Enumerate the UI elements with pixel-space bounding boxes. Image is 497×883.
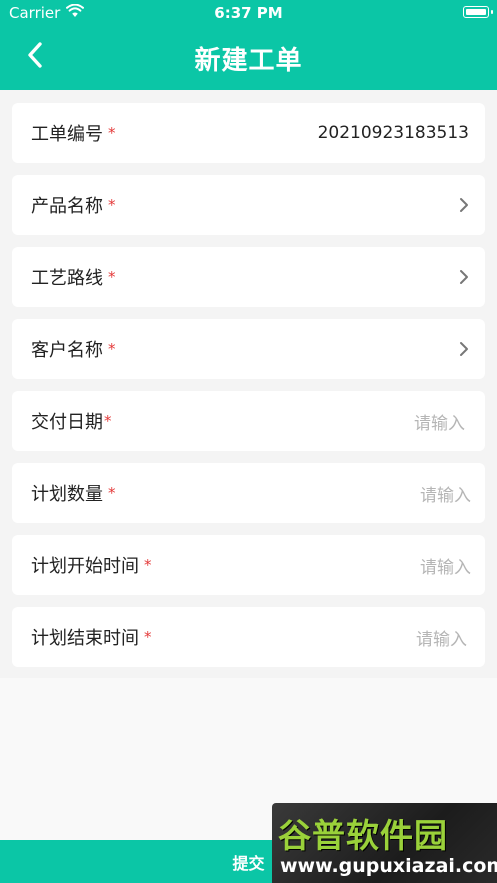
chevron-right-icon <box>459 197 469 213</box>
page-title: 新建工单 <box>194 46 303 76</box>
required-marker: * <box>144 556 152 574</box>
field-planned-end-time[interactable]: 计划结束时间 * 请输入 <box>12 607 485 667</box>
watermark-brand: 谷普软件园 <box>278 816 448 855</box>
field-delivery-date[interactable]: 交付日期 * 请输入 <box>12 391 485 451</box>
planned-quantity-input[interactable]: 请输入 <box>420 481 471 506</box>
field-label: 交付日期 * <box>31 412 112 433</box>
field-label: 计划数量 * <box>31 484 116 505</box>
field-process-route[interactable]: 工艺路线 * <box>12 247 485 307</box>
field-product-name[interactable]: 产品名称 * <box>12 175 485 235</box>
required-marker: * <box>108 124 116 142</box>
chevron-right-icon <box>459 269 469 285</box>
required-marker: * <box>108 484 116 502</box>
field-label: 客户名称 * <box>31 340 116 361</box>
field-label: 工艺路线 * <box>31 268 116 289</box>
field-order-number[interactable]: 工单编号 * 20210923183513 <box>12 103 485 163</box>
delivery-date-input[interactable]: 请输入 <box>414 409 465 434</box>
battery-icon <box>463 6 493 18</box>
status-bar: Carrier 6:37 PM <box>0 0 497 26</box>
field-label: 工单编号 * <box>31 124 116 145</box>
field-label: 产品名称 * <box>31 196 116 217</box>
field-label: 计划结束时间 * <box>31 628 152 649</box>
header: Carrier 6:37 PM 新建工单 <box>0 0 497 90</box>
planned-start-time-input[interactable]: 请输入 <box>420 553 471 578</box>
field-planned-start-time[interactable]: 计划开始时间 * 请输入 <box>12 535 485 595</box>
required-marker: * <box>108 340 116 358</box>
clock: 6:37 PM <box>214 4 283 22</box>
order-number-value: 20210923183513 <box>317 123 469 143</box>
watermark-url: www.gupuxiazai.com <box>280 855 497 877</box>
work-order-form: 工单编号 * 20210923183513 产品名称 * 工艺路线 * 客户名称… <box>0 90 497 678</box>
required-marker: * <box>104 412 112 430</box>
planned-end-time-input[interactable]: 请输入 <box>416 625 467 650</box>
submit-label: 提交 <box>232 853 265 873</box>
required-marker: * <box>108 196 116 214</box>
field-label: 计划开始时间 * <box>31 556 152 577</box>
field-planned-quantity[interactable]: 计划数量 * 请输入 <box>12 463 485 523</box>
chevron-right-icon <box>459 341 469 357</box>
required-marker: * <box>144 628 152 646</box>
watermark-logo: 谷普软件园 www.gupuxiazai.com <box>272 803 497 883</box>
new-work-order-screen: Carrier 6:37 PM 新建工单 工单编号 * 202109231835… <box>0 0 497 883</box>
required-marker: * <box>108 268 116 286</box>
field-customer-name[interactable]: 客户名称 * <box>12 319 485 379</box>
